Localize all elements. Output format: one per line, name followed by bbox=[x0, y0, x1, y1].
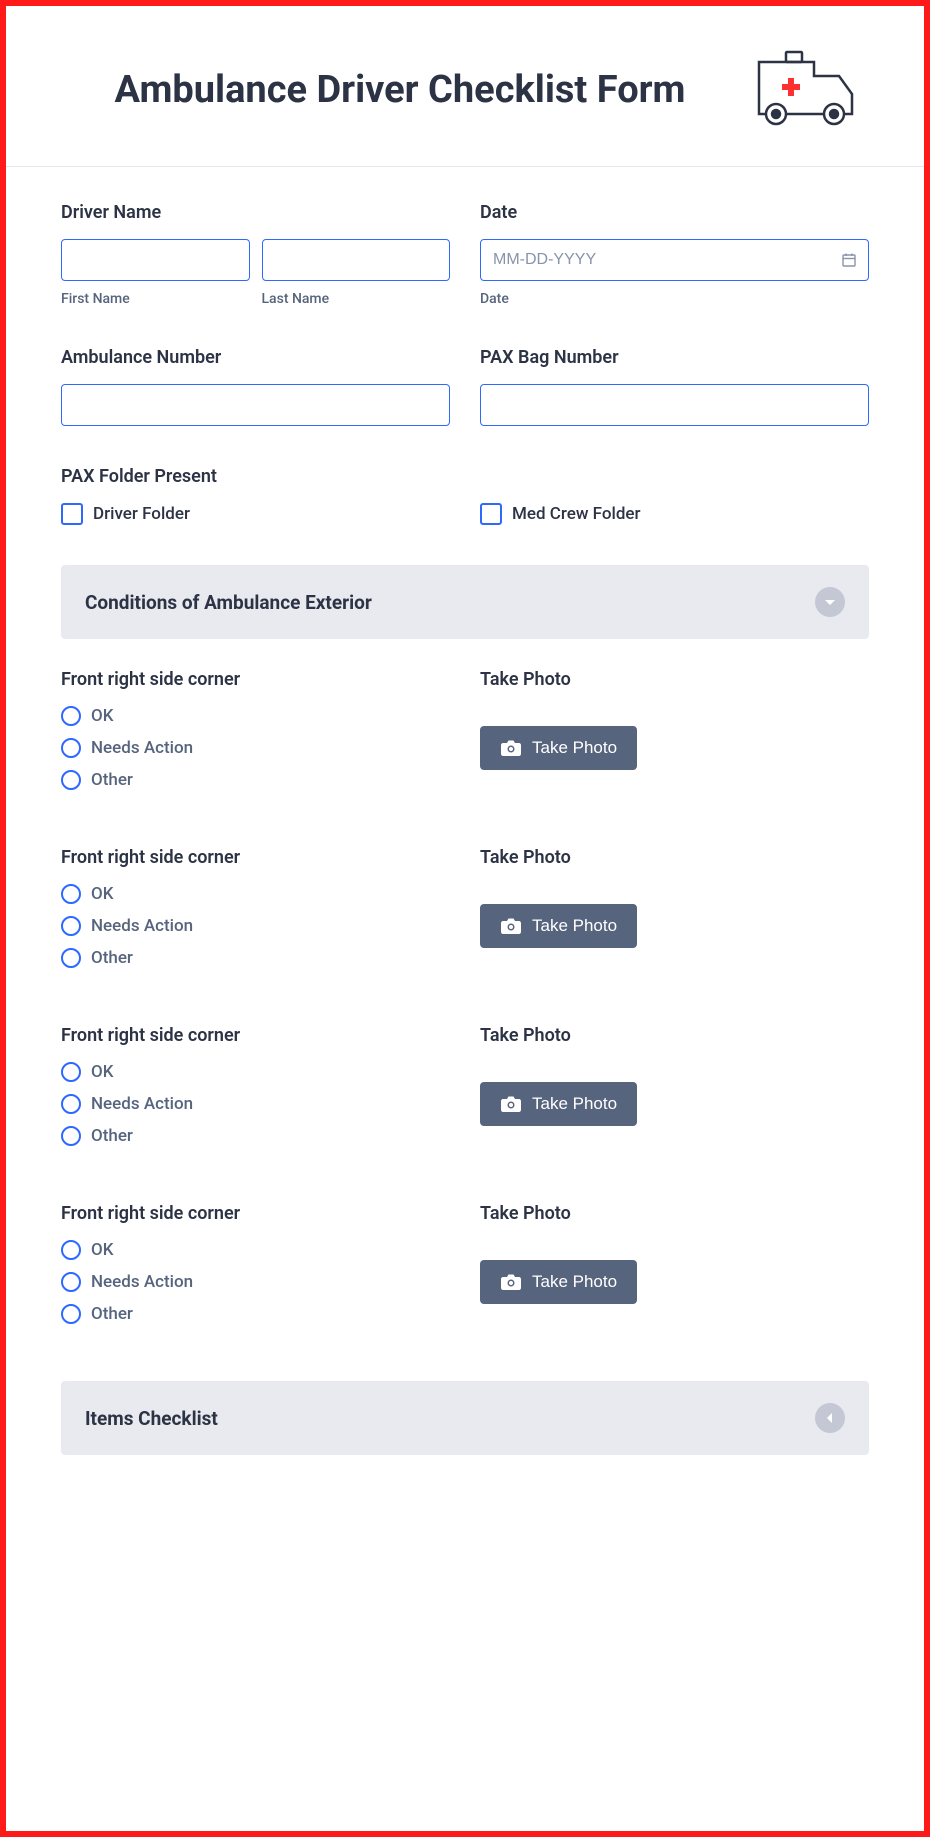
camera-icon bbox=[500, 739, 522, 757]
radio-other-label: Other bbox=[91, 1304, 133, 1324]
driver-name-label: Driver Name bbox=[61, 202, 450, 223]
camera-icon bbox=[500, 1095, 522, 1113]
radio-needs-action[interactable] bbox=[61, 1094, 81, 1114]
radio-needs-label: Needs Action bbox=[91, 916, 193, 936]
section-exterior-title: Conditions of Ambulance Exterior bbox=[85, 591, 372, 614]
driver-folder-checkbox[interactable] bbox=[61, 503, 83, 525]
radio-ok-label: OK bbox=[91, 1062, 113, 1082]
radio-ok[interactable] bbox=[61, 1240, 81, 1260]
last-name-sublabel: Last Name bbox=[262, 291, 451, 307]
date-label: Date bbox=[480, 202, 869, 223]
section-items: Items Checklist bbox=[61, 1381, 869, 1455]
take-photo-button-label: Take Photo bbox=[532, 1094, 617, 1114]
radio-other[interactable] bbox=[61, 770, 81, 790]
radio-ok[interactable] bbox=[61, 1062, 81, 1082]
med-crew-label: Med Crew Folder bbox=[512, 504, 641, 524]
pax-bag-input[interactable] bbox=[480, 384, 869, 426]
take-photo-label: Take Photo bbox=[480, 1025, 869, 1046]
radio-other-label: Other bbox=[91, 1126, 133, 1146]
radio-ok-label: OK bbox=[91, 1240, 113, 1260]
collapse-button[interactable] bbox=[815, 1403, 845, 1433]
radio-needs-label: Needs Action bbox=[91, 1272, 193, 1292]
pax-folder-label: PAX Folder Present bbox=[61, 466, 869, 487]
radio-other-label: Other bbox=[91, 770, 133, 790]
ambulance-icon bbox=[744, 46, 864, 136]
section-items-title: Items Checklist bbox=[85, 1407, 218, 1430]
calendar-icon bbox=[841, 252, 857, 268]
ambulance-number-label: Ambulance Number bbox=[61, 347, 450, 368]
condition-question: Front right side corner bbox=[61, 669, 450, 690]
chevron-down-icon bbox=[823, 595, 837, 609]
take-photo-button[interactable]: Take Photo bbox=[480, 1260, 637, 1304]
last-name-input[interactable] bbox=[262, 239, 451, 281]
page-title: Ambulance Driver Checklist Form bbox=[66, 67, 744, 115]
radio-needs-action[interactable] bbox=[61, 916, 81, 936]
radio-other[interactable] bbox=[61, 948, 81, 968]
radio-ok[interactable] bbox=[61, 884, 81, 904]
condition-question: Front right side corner bbox=[61, 847, 450, 868]
radio-ok-label: OK bbox=[91, 884, 113, 904]
condition-question: Front right side corner bbox=[61, 1203, 450, 1224]
take-photo-button[interactable]: Take Photo bbox=[480, 1082, 637, 1126]
radio-needs-label: Needs Action bbox=[91, 1094, 193, 1114]
radio-needs-action[interactable] bbox=[61, 738, 81, 758]
first-name-sublabel: First Name bbox=[61, 291, 250, 307]
radio-ok-label: OK bbox=[91, 706, 113, 726]
take-photo-label: Take Photo bbox=[480, 669, 869, 690]
camera-icon bbox=[500, 1273, 522, 1291]
radio-other[interactable] bbox=[61, 1126, 81, 1146]
first-name-input[interactable] bbox=[61, 239, 250, 281]
camera-icon bbox=[500, 917, 522, 935]
take-photo-button-label: Take Photo bbox=[532, 916, 617, 936]
take-photo-button-label: Take Photo bbox=[532, 738, 617, 758]
med-crew-checkbox[interactable] bbox=[480, 503, 502, 525]
ambulance-number-input[interactable] bbox=[61, 384, 450, 426]
radio-ok[interactable] bbox=[61, 706, 81, 726]
take-photo-label: Take Photo bbox=[480, 1203, 869, 1224]
take-photo-button[interactable]: Take Photo bbox=[480, 726, 637, 770]
radio-needs-label: Needs Action bbox=[91, 738, 193, 758]
radio-other[interactable] bbox=[61, 1304, 81, 1324]
date-input[interactable] bbox=[480, 239, 869, 281]
chevron-left-icon bbox=[823, 1411, 837, 1425]
form-header: Ambulance Driver Checklist Form bbox=[6, 6, 924, 167]
condition-question: Front right side corner bbox=[61, 1025, 450, 1046]
section-exterior: Conditions of Ambulance Exterior bbox=[61, 565, 869, 639]
radio-needs-action[interactable] bbox=[61, 1272, 81, 1292]
driver-folder-label: Driver Folder bbox=[93, 504, 190, 524]
take-photo-label: Take Photo bbox=[480, 847, 869, 868]
radio-other-label: Other bbox=[91, 948, 133, 968]
take-photo-button[interactable]: Take Photo bbox=[480, 904, 637, 948]
collapse-button[interactable] bbox=[815, 587, 845, 617]
date-sublabel: Date bbox=[480, 291, 869, 307]
take-photo-button-label: Take Photo bbox=[532, 1272, 617, 1292]
pax-bag-label: PAX Bag Number bbox=[480, 347, 869, 368]
